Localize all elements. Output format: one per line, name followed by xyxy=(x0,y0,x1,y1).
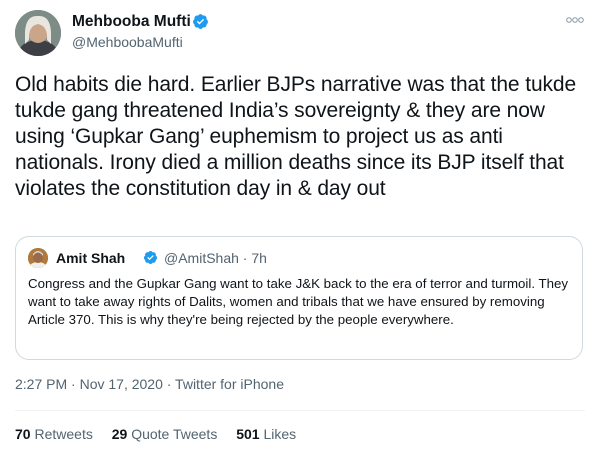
quote-tweets-label: Quote Tweets xyxy=(131,426,218,442)
quoted-author-name: Amit Shah xyxy=(56,250,126,266)
retweets-count: 70 xyxy=(15,426,31,442)
likes-label: Likes xyxy=(263,426,297,442)
retweets-label: Retweets xyxy=(34,426,93,442)
verified-badge-icon xyxy=(193,14,208,29)
quote-tweets-stat[interactable]: 29 Quote Tweets xyxy=(112,426,218,442)
quoted-author-handle: @AmitShah · 7h xyxy=(164,250,267,266)
author-avatar[interactable] xyxy=(15,10,61,56)
tweet-timestamp-source[interactable]: 2:27 PM · Nov 17, 2020 · Twitter for iPh… xyxy=(15,376,284,392)
likes-stat[interactable]: 501 Likes xyxy=(236,426,296,442)
tweet-text: Old habits die hard. Earlier BJPs narrat… xyxy=(15,73,577,200)
divider xyxy=(15,410,585,411)
retweets-stat[interactable]: 70 Retweets xyxy=(15,426,93,442)
quote-tweets-count: 29 xyxy=(111,426,128,442)
quoted-author-avatar xyxy=(28,248,48,268)
likes-count: 501 xyxy=(236,426,260,442)
quoted-tweet-text: Congress and the Gupkar Gang want to tak… xyxy=(28,276,569,327)
more-options-icon[interactable] xyxy=(565,14,585,26)
author-handle[interactable]: @MehboobaMufti xyxy=(72,34,183,50)
quoted-tweet[interactable]: Amit Shah @AmitShah · 7h Congress and th… xyxy=(15,236,583,360)
tweet-stats: 70 Retweets 29 Quote Tweets 501 Likes xyxy=(15,426,311,442)
tweet: Mehbooba Mufti @MehboobaMufti Old habits… xyxy=(0,0,600,450)
author-name[interactable]: Mehbooba Mufti xyxy=(72,13,191,31)
verified-badge-icon xyxy=(143,250,158,265)
